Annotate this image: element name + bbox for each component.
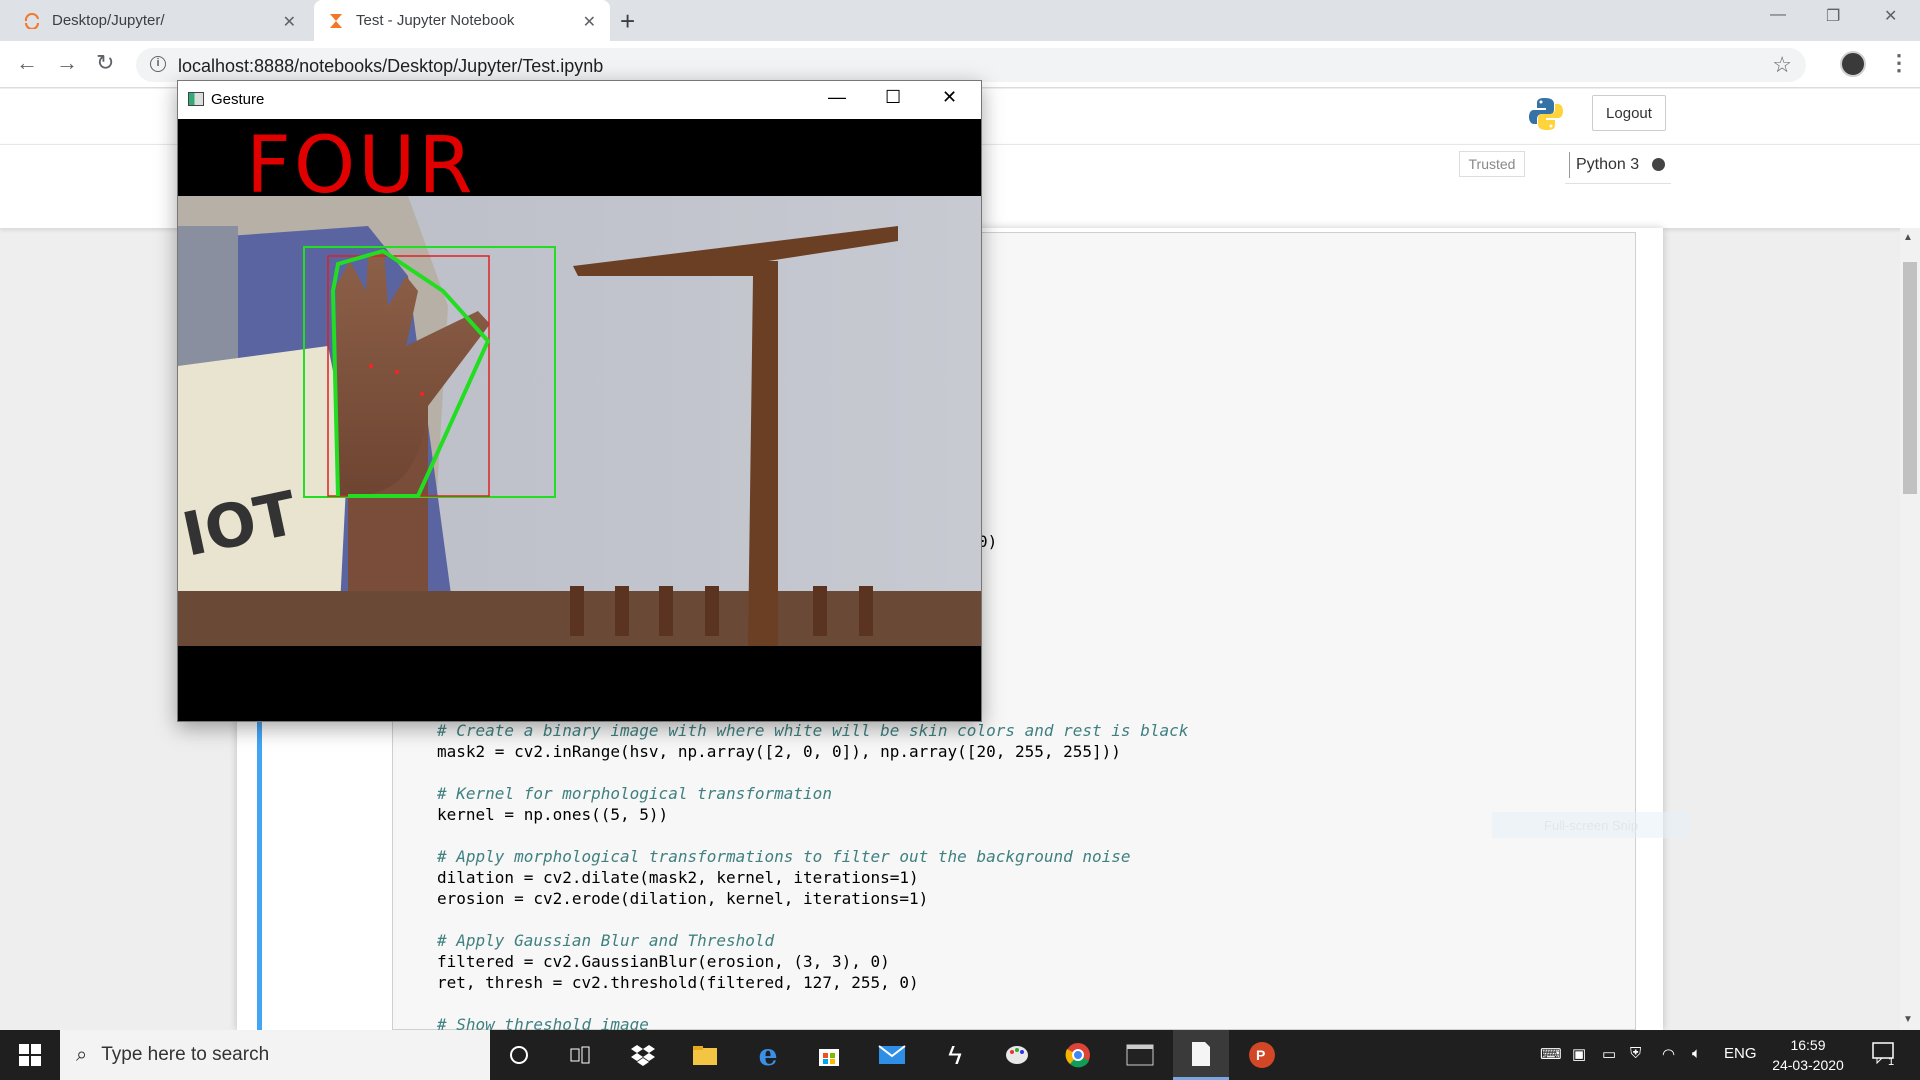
code-comment-line: # Create a binary image with where white… — [437, 721, 1189, 740]
maximize-icon[interactable]: ☐ — [885, 87, 901, 108]
kernel-name[interactable]: Python 3 — [1569, 152, 1639, 178]
terminal-icon[interactable] — [1124, 1039, 1156, 1071]
snip-ghost-label: Full-screen Snip — [1492, 812, 1690, 838]
code-comment-line: # Apply morphological transformations to… — [437, 847, 1131, 866]
defect-point — [395, 370, 399, 374]
notepad-icon[interactable] — [1173, 1030, 1229, 1080]
search-placeholder: Type here to search — [101, 1044, 270, 1065]
windows-logo-icon — [19, 1044, 41, 1066]
code-editor[interactable]: # Create a binary image with where white… — [437, 720, 1188, 1035]
gesture-window: Gesture — ☐ ✕ FOUR IOT — [177, 80, 982, 722]
file-explorer-icon[interactable] — [689, 1039, 721, 1071]
code-line: kernel = np.ones((5, 5)) — [437, 805, 669, 824]
browser-menu-icon[interactable]: ⋮ — [1888, 50, 1910, 76]
minimize-window-icon[interactable]: — — [1770, 6, 1786, 24]
close-tab-icon[interactable]: ✕ — [283, 12, 296, 32]
paint-icon[interactable] — [1001, 1039, 1033, 1071]
mail-icon[interactable] — [876, 1039, 908, 1071]
defect-point — [369, 364, 373, 368]
address-bar[interactable]: i localhost:8888/notebooks/Desktop/Jupyt… — [136, 48, 1806, 82]
scrollbar-thumb[interactable] — [1903, 262, 1917, 494]
dropbox-icon[interactable] — [627, 1039, 659, 1071]
code-comment-line: # Apply Gaussian Blur and Threshold — [437, 931, 775, 950]
site-info-icon[interactable]: i — [150, 56, 166, 72]
wifi-icon[interactable]: ◠ — [1662, 1045, 1675, 1063]
close-tab-icon[interactable]: ✕ — [583, 12, 596, 32]
hourglass-favicon-icon — [328, 13, 344, 29]
edge-icon[interactable]: e — [752, 1038, 784, 1073]
code-line: dilation = cv2.dilate(mask2, kernel, ite… — [437, 868, 919, 887]
powerpoint-icon[interactable]: P — [1246, 1039, 1278, 1071]
shield-icon[interactable]: ⛨ — [1630, 1045, 1641, 1062]
scroll-down-icon[interactable]: ▼ — [1903, 1014, 1913, 1025]
app-tray-icon[interactable]: ▣ — [1572, 1045, 1586, 1063]
kernel-status-icon — [1652, 158, 1665, 171]
start-button[interactable] — [0, 1030, 60, 1080]
battery-icon[interactable]: ▭ — [1602, 1045, 1616, 1063]
notification-count: 1 — [1888, 1056, 1895, 1068]
url-text: localhost:8888/notebooks/Desktop/Jupyter… — [178, 56, 604, 76]
code-line: mask2 = cv2.inRange(hsv, np.array([2, 0,… — [437, 742, 1121, 761]
tab-label: Test - Jupyter Notebook — [356, 12, 515, 29]
minimize-icon[interactable]: — — [828, 87, 846, 108]
scroll-up-icon[interactable]: ▲ — [1903, 232, 1913, 243]
language-indicator[interactable]: ENG — [1724, 1045, 1757, 1062]
svg-text:P: P — [1256, 1047, 1265, 1063]
tab-desktop-jupyter[interactable]: Desktop/Jupyter/ ✕ — [10, 0, 310, 41]
trusted-indicator[interactable]: Trusted — [1459, 151, 1525, 177]
hanging-cloth — [178, 226, 238, 366]
forward-arrow-icon[interactable]: → — [56, 50, 78, 76]
clock-time: 16:59 — [1790, 1037, 1826, 1053]
jupyter-favicon-icon — [24, 12, 40, 29]
tab-test-notebook[interactable]: Test - Jupyter Notebook ✕ — [314, 0, 610, 41]
reload-icon[interactable]: ↻ — [96, 50, 114, 76]
code-line: filtered = cv2.GaussianBlur(erosion, (3,… — [437, 952, 890, 971]
python-logo-icon — [1528, 96, 1564, 132]
chrome-icon[interactable] — [1062, 1039, 1094, 1071]
profile-avatar[interactable] — [1840, 51, 1866, 77]
search-icon: ⌕ — [76, 1043, 88, 1066]
taskbar-search-box[interactable]: ⌕ Type here to search — [60, 1030, 490, 1080]
tab-label: Desktop/Jupyter/ — [52, 12, 165, 29]
logout-button[interactable]: Logout — [1592, 95, 1666, 131]
code-line: erosion = cv2.erode(dilation, kernel, it… — [437, 889, 929, 908]
window-app-icon — [188, 92, 204, 106]
gesture-window-title: Gesture — [211, 91, 265, 108]
close-window-icon[interactable]: ✕ — [1884, 6, 1897, 26]
cortana-icon[interactable] — [503, 1039, 535, 1071]
clock-date: 24-03-2020 — [1772, 1057, 1844, 1073]
task-view-icon[interactable] — [564, 1039, 596, 1071]
defect-point — [420, 392, 424, 396]
system-clock[interactable]: 16:59 24-03-2020 — [1768, 1035, 1848, 1075]
store-icon[interactable] — [813, 1039, 845, 1071]
gesture-window-titlebar[interactable]: Gesture — ☐ ✕ — [178, 81, 981, 119]
camera-frame: IOT — [178, 196, 981, 646]
selected-cell-indicator — [257, 720, 262, 1030]
windows-taskbar: ⌕ Type here to search e ϟ P ⌨ ▣ ▭ ⛨ ◠ 🔈︎… — [0, 1030, 1920, 1080]
back-arrow-icon[interactable]: ← — [16, 50, 38, 76]
touch-keyboard-icon[interactable]: ⌨ — [1540, 1045, 1562, 1063]
bookmark-star-icon[interactable]: ☆ — [1772, 52, 1792, 78]
new-tab-icon[interactable]: + — [620, 6, 635, 37]
close-icon[interactable]: ✕ — [942, 87, 957, 108]
code-line: ret, thresh = cv2.threshold(filtered, 12… — [437, 973, 919, 992]
browser-tab-strip: Desktop/Jupyter/ ✕ Test - Jupyter Notebo… — [0, 0, 1920, 41]
winamp-icon[interactable]: ϟ — [939, 1039, 971, 1071]
restore-window-icon[interactable]: ❐ — [1826, 6, 1840, 26]
code-comment-line: # Kernel for morphological transformatio… — [437, 784, 832, 803]
volume-icon[interactable]: 🔈︎ — [1692, 1045, 1701, 1062]
